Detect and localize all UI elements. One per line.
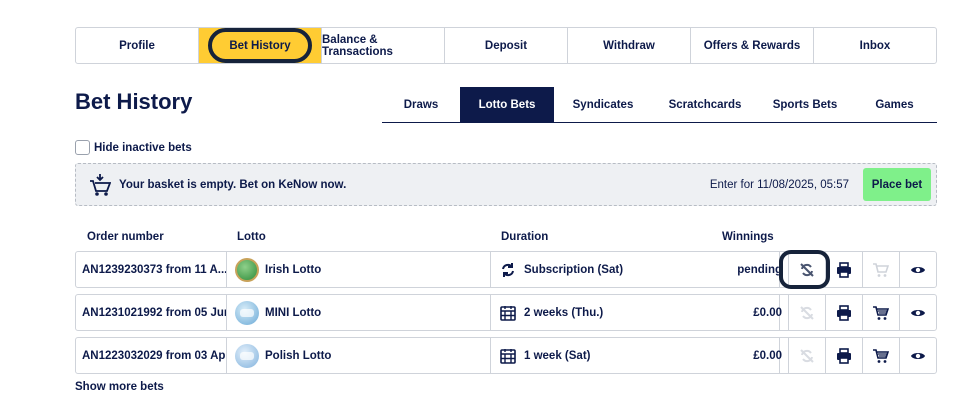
tab-inbox-label: Inbox	[859, 39, 891, 52]
tab-inbox[interactable]: Inbox	[814, 28, 936, 63]
duration-text: Subscription (Sat)	[524, 263, 624, 276]
duration-text: 1 week (Sat)	[524, 349, 591, 362]
print-button[interactable]	[825, 295, 862, 330]
hide-inactive-label: Hide inactive bets	[94, 141, 192, 154]
winnings-value: £0.00	[753, 349, 782, 362]
tab-deposit[interactable]: Deposit	[445, 28, 568, 63]
shopping-cart-icon	[90, 173, 111, 196]
bet-type-tabs: Draws Lotto Bets Syndicates Scratchcards…	[382, 87, 937, 123]
highlight-outline	[208, 28, 312, 63]
tab-offers-label: Offers & Rewards	[703, 39, 801, 52]
tab-balance-label: Balance & Transactions	[322, 33, 393, 58]
header-winnings: Winnings	[722, 231, 774, 243]
basket-banner: Your basket is empty. Bet on KeNow now. …	[75, 163, 937, 206]
subtab-scratchcards[interactable]: Scratchcards	[652, 87, 758, 122]
print-button[interactable]	[825, 252, 862, 287]
mini-lotto-logo-icon	[235, 300, 259, 325]
draw-time-text: Enter for 11/08/2025, 05:57	[709, 178, 849, 191]
lotto-name: Polish Lotto	[265, 349, 332, 362]
tab-profile[interactable]: Profile	[76, 28, 199, 63]
irish-lotto-logo-icon	[235, 257, 259, 282]
header-lotto: Lotto	[237, 231, 266, 243]
tab-bet-history[interactable]: Bet History	[199, 28, 322, 63]
no-repeat-icon	[800, 305, 814, 320]
duration-text: 2 weeks (Thu.)	[524, 306, 604, 319]
rebet-cart-button[interactable]	[862, 338, 899, 373]
table-row: AN1223032029 from 03 Apr Polish Lotto 1 …	[75, 337, 937, 374]
calendar-icon	[500, 348, 516, 364]
cart-icon	[873, 262, 889, 277]
no-repeat-icon	[800, 348, 814, 363]
cancel-subscription-button[interactable]	[788, 295, 825, 330]
view-bet-button[interactable]	[899, 338, 936, 373]
print-button[interactable]	[825, 338, 862, 373]
cart-icon	[873, 305, 889, 320]
subtab-draws[interactable]: Draws	[382, 87, 460, 122]
view-bet-button[interactable]	[899, 295, 936, 330]
eye-icon	[911, 352, 925, 359]
winnings-value: £0.00	[753, 306, 782, 319]
cancel-subscription-button[interactable]	[788, 338, 825, 373]
subtab-lotto-bets[interactable]: Lotto Bets	[460, 87, 554, 122]
duration-cell: 1 week (Sat)	[491, 338, 780, 373]
printer-icon	[837, 304, 851, 321]
lotto-name: Irish Lotto	[265, 263, 322, 276]
tab-offers-rewards[interactable]: Offers & Rewards	[691, 28, 814, 63]
page-title: Bet History	[75, 89, 193, 114]
hide-inactive-toggle[interactable]: Hide inactive bets	[75, 140, 192, 155]
place-bet-button[interactable]: Place bet	[863, 168, 931, 201]
basket-message: Your basket is empty. Bet on KeNow now.	[119, 178, 347, 191]
lotto-cell: Irish Lotto	[227, 252, 491, 287]
tab-profile-label: Profile	[119, 39, 155, 52]
duration-cell: 2 weeks (Thu.)	[491, 295, 780, 330]
lotto-cell: Polish Lotto	[227, 338, 491, 373]
polish-lotto-logo-icon	[235, 343, 259, 368]
subtab-games[interactable]: Games	[852, 87, 937, 122]
highlight-outline	[779, 250, 830, 289]
view-bet-button[interactable]	[899, 252, 936, 287]
subtab-sports-bets[interactable]: Sports Bets	[758, 87, 852, 122]
header-order-number: Order number	[87, 231, 164, 243]
subtab-syndicates[interactable]: Syndicates	[554, 87, 652, 122]
cart-icon	[873, 348, 889, 363]
order-number: AN1223032029 from 03 Apr	[76, 338, 227, 373]
header-duration: Duration	[501, 231, 549, 243]
printer-icon	[837, 347, 851, 364]
order-number: AN1239230373 from 11 A...	[76, 252, 227, 287]
hide-inactive-checkbox[interactable]	[75, 140, 90, 155]
calendar-icon	[500, 305, 516, 321]
rebet-cart-button[interactable]	[862, 252, 899, 287]
account-tabs: Profile Bet History Balance & Transactio…	[75, 27, 937, 64]
tab-deposit-label: Deposit	[484, 39, 528, 52]
printer-icon	[837, 261, 851, 278]
table-row: AN1231021992 from 05 Jun MINI Lotto 2 we…	[75, 294, 937, 331]
eye-icon	[911, 309, 925, 316]
show-more-bets-link[interactable]: Show more bets	[75, 381, 164, 393]
rebet-cart-button[interactable]	[862, 295, 899, 330]
lotto-cell: MINI Lotto	[227, 295, 491, 330]
eye-icon	[911, 266, 925, 273]
lotto-name: MINI Lotto	[265, 306, 322, 319]
tab-withdraw[interactable]: Withdraw	[568, 28, 691, 63]
subscription-repeat-icon	[502, 262, 514, 277]
tab-withdraw-label: Withdraw	[603, 39, 655, 52]
tab-balance-transactions[interactable]: Balance & Transactions	[322, 28, 445, 63]
order-number: AN1231021992 from 05 Jun	[76, 295, 227, 330]
